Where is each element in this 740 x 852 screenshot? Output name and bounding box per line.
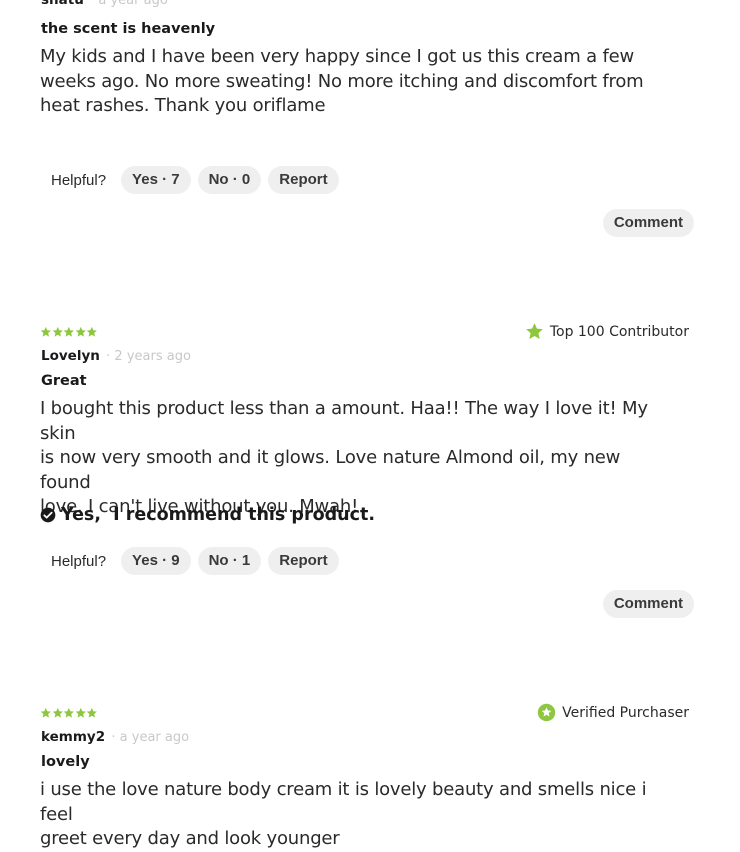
star-icon bbox=[40, 326, 51, 337]
helpful-row: Helpful? Yes · 7 No · 0 Report bbox=[51, 166, 339, 194]
star-icon bbox=[526, 323, 543, 340]
report-button[interactable]: Report bbox=[268, 547, 339, 575]
review-body: I bought this product less than a amount… bbox=[40, 397, 660, 520]
report-button[interactable]: Report bbox=[268, 166, 339, 194]
review-author: shatu bbox=[41, 0, 84, 8]
comment-button[interactable]: Comment bbox=[602, 590, 694, 618]
helpful-label: Helpful? bbox=[51, 171, 107, 189]
review-author-line: kemmy2 · a year ago bbox=[41, 729, 189, 745]
badge-label: Verified Purchaser bbox=[562, 704, 689, 721]
top-contributor-badge: Top 100 Contributor bbox=[525, 322, 689, 341]
badge-label: Top 100 Contributor bbox=[549, 323, 689, 340]
verified-purchaser-badge: Verified Purchaser bbox=[537, 703, 689, 722]
review-author: kemmy2 bbox=[41, 729, 106, 745]
review-body-line: is now very smooth and it glows. Love na… bbox=[40, 447, 621, 493]
star-icon bbox=[63, 326, 75, 337]
review-time: · a year ago bbox=[111, 730, 190, 745]
helpful-label: Helpful? bbox=[51, 552, 107, 570]
star-icon bbox=[87, 707, 98, 718]
review-body-line: weeks ago. No more sweating! No more itc… bbox=[40, 70, 644, 92]
review-time: · a year ago bbox=[90, 0, 168, 8]
helpful-no-button[interactable]: No · 0 bbox=[197, 166, 262, 194]
review-title: the scent is heavenly bbox=[41, 21, 216, 37]
helpful-yes-button[interactable]: Yes · 7 bbox=[121, 166, 191, 194]
star-icon bbox=[63, 707, 75, 718]
review-body-line: heat rashes. Thank you oriflame bbox=[40, 95, 326, 116]
star-icon bbox=[40, 707, 51, 718]
star-rating bbox=[40, 326, 98, 340]
review-title: Great bbox=[41, 373, 87, 389]
review-title: lovely bbox=[41, 754, 90, 770]
review-body-line: i use the love nature body cream it is l… bbox=[40, 779, 647, 825]
review-body: i use the love nature body cream it is l… bbox=[40, 778, 660, 852]
review-body: My kids and I have been very happy since… bbox=[40, 45, 660, 119]
review-body-line: greet every day and look younger bbox=[40, 828, 340, 849]
check-circle-icon bbox=[40, 507, 56, 523]
helpful-yes-button[interactable]: Yes · 9 bbox=[121, 547, 191, 575]
star-icon bbox=[75, 707, 86, 718]
star-rating bbox=[40, 707, 98, 721]
review-body-line: I bought this product less than a amount… bbox=[40, 398, 648, 444]
recommend-statement: Yes, I recommend this product. bbox=[40, 505, 375, 525]
verified-check-icon bbox=[537, 703, 556, 722]
comment-button[interactable]: Comment bbox=[602, 209, 694, 237]
review-author-line: Lovelyn · 2 years ago bbox=[41, 348, 191, 364]
helpful-row: Helpful? Yes · 9 No · 1 Report bbox=[51, 547, 339, 575]
star-icon bbox=[52, 707, 63, 718]
recommend-label: Yes, I recommend this product. bbox=[61, 505, 375, 525]
review-author-line: shatu · a year ago bbox=[41, 0, 168, 8]
star-icon bbox=[87, 326, 98, 337]
star-icon bbox=[75, 326, 86, 337]
review-time: · 2 years ago bbox=[106, 349, 191, 364]
review-body-line: My kids and I have been very happy since… bbox=[40, 46, 634, 67]
review-author: Lovelyn bbox=[41, 348, 100, 364]
helpful-no-button[interactable]: No · 1 bbox=[197, 547, 262, 575]
star-icon bbox=[52, 326, 63, 337]
